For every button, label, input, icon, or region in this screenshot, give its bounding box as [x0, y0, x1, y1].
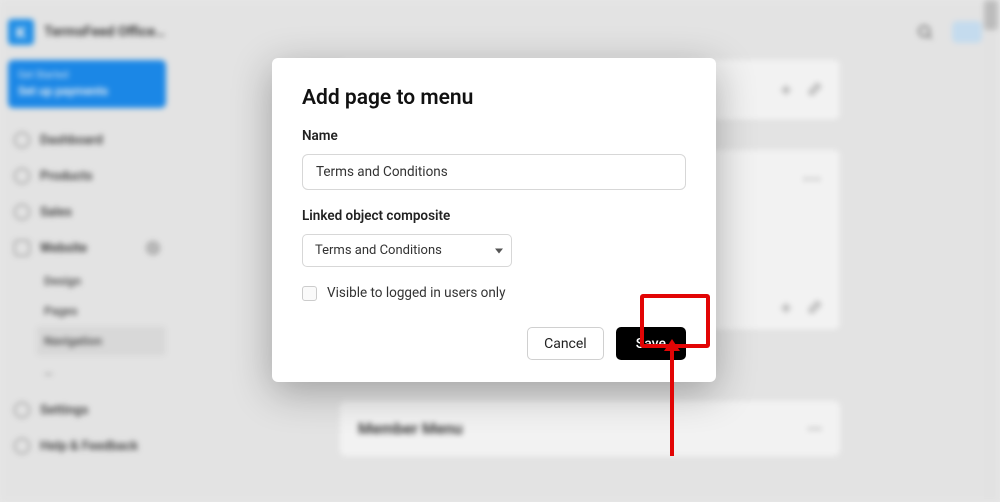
visible-logged-in-checkbox[interactable]: [302, 286, 317, 301]
modal-title: Add page to menu: [302, 86, 686, 110]
cancel-button[interactable]: Cancel: [527, 327, 604, 360]
name-input[interactable]: [302, 154, 686, 190]
save-button[interactable]: Save: [616, 327, 686, 360]
add-page-modal: Add page to menu Name Linked object comp…: [272, 58, 716, 382]
visible-logged-in-label: Visible to logged in users only: [327, 285, 505, 301]
linked-object-label: Linked object composite: [302, 208, 686, 224]
linked-object-select[interactable]: Terms and Conditions: [302, 234, 512, 267]
chevron-down-icon: [495, 248, 503, 253]
linked-object-value: Terms and Conditions: [315, 243, 442, 258]
modal-actions: Cancel Save: [302, 327, 686, 360]
name-label: Name: [302, 128, 686, 144]
